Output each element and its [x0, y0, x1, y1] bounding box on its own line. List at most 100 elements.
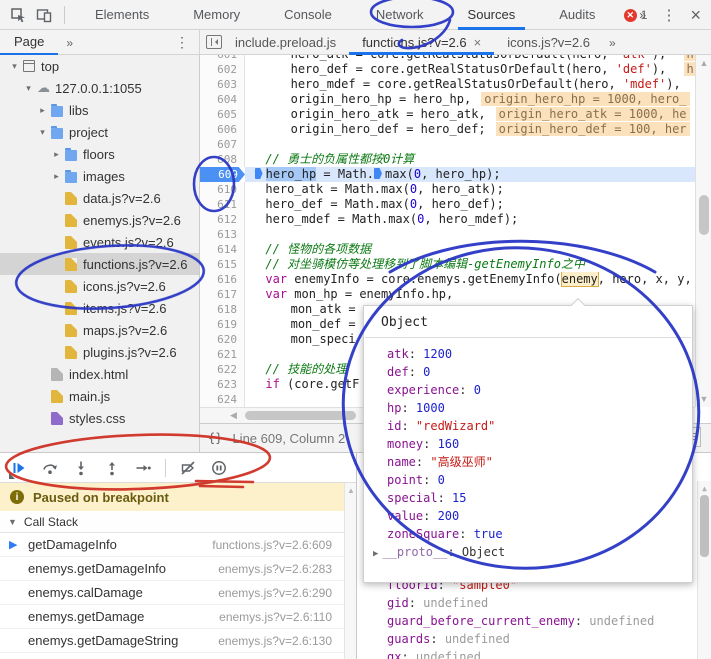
call-stack-frame[interactable]: enemys.calDamageenemys.js?v=2.6:290 [0, 581, 344, 605]
step-over-button[interactable] [41, 459, 59, 477]
devtools-tab-memory[interactable]: Memory [183, 0, 250, 30]
step-into-button[interactable] [72, 459, 90, 477]
editor-tab-functions-js-v-2-6[interactable]: functions.js?v=2.6× [349, 30, 494, 55]
navigator-menu-icon[interactable]: ⋮ [175, 34, 189, 51]
devtools-tab-network[interactable]: Network [366, 0, 434, 30]
tree-item-functions-js-v-2-6[interactable]: functions.js?v=2.6 [0, 253, 199, 275]
line-number[interactable]: 603 [200, 77, 245, 92]
scroll-up-icon[interactable]: ▲ [698, 484, 711, 493]
line-number[interactable]: 610 [200, 182, 245, 197]
expander-open-icon[interactable]: ▾ [8, 61, 21, 72]
code-line-612[interactable]: 612hero_mdef = Math.max(0, hero_mdef); [200, 212, 695, 227]
scroll-up-icon[interactable]: ▲ [696, 58, 711, 68]
editor-tab-icons-js-v-2-6[interactable]: icons.js?v=2.6 [494, 30, 603, 55]
step-marker-icon[interactable] [255, 168, 263, 179]
code-line-613[interactable]: 613 [200, 227, 695, 242]
editor-vertical-scrollbar[interactable]: ▲ ▼ [695, 55, 711, 407]
code-line-603[interactable]: 603hero_mdef = core.getRealStatusOrDefau… [200, 77, 695, 92]
tree-item-events-js-v-2-6[interactable]: events.js?v=2.6 [0, 231, 199, 253]
line-number[interactable]: 616 [200, 272, 245, 287]
line-number[interactable]: 602 [200, 62, 245, 77]
expander-closed-icon[interactable]: ▸ [36, 105, 49, 116]
deactivate-breakpoints-button[interactable] [179, 459, 197, 477]
editor-tab-include-preload-js[interactable]: include.preload.js [222, 30, 349, 55]
line-number[interactable]: 623 [200, 377, 245, 392]
tree-item-enemys-js-v-2-6[interactable]: enemys.js?v=2.6 [0, 209, 199, 231]
expander-closed-icon[interactable]: ▶ [373, 549, 378, 559]
tree-item-data-js-v-2-6[interactable]: data.js?v=2.6 [0, 187, 199, 209]
line-number[interactable]: 605 [200, 107, 245, 122]
close-tab-icon[interactable]: × [474, 35, 482, 50]
code-line-617[interactable]: 617var mon_hp = enemyInfo.hp, [200, 287, 695, 302]
code-line-607[interactable]: 607 [200, 137, 695, 152]
code-line-616[interactable]: 616var enemyInfo = core.enemys.getEnemyI… [200, 272, 695, 287]
object-property-proto[interactable]: ▶__proto__: Object [364, 543, 692, 561]
tree-item-maps-js-v-2-6[interactable]: maps.js?v=2.6 [0, 319, 199, 341]
call-stack-header[interactable]: ▼ Call Stack [0, 511, 344, 533]
expander-open-icon[interactable]: ▾ [22, 83, 35, 94]
code-line-609[interactable]: 609hero_hp = Math.max(0, hero_hp); [200, 167, 695, 182]
line-number[interactable]: 612 [200, 212, 245, 227]
line-number[interactable]: 606 [200, 122, 245, 137]
devtools-tab-audits[interactable]: Audits [549, 0, 605, 30]
code-line-608[interactable]: 608// 勇士的负属性都按0计算 [200, 152, 695, 167]
inspect-element-icon[interactable] [8, 5, 28, 25]
line-number[interactable]: 604 [200, 92, 245, 107]
close-icon[interactable]: × [690, 5, 701, 26]
tree-item-127-0-0-1-1055[interactable]: ▾☁127.0.0.1:1055 [0, 77, 199, 99]
devtools-tab-console[interactable]: Console [274, 0, 342, 30]
tree-item-icons-js-v-2-6[interactable]: icons.js?v=2.6 [0, 275, 199, 297]
breakpoint-line-number[interactable]: 609 [200, 167, 245, 182]
call-stack-frame[interactable]: enemys.getDamageenemys.js?v=2.6:110 [0, 605, 344, 629]
tree-item-floors[interactable]: ▸floors [0, 143, 199, 165]
line-number[interactable]: 617 [200, 287, 245, 302]
line-number[interactable]: 615 [200, 257, 245, 272]
pane-divider[interactable] [356, 453, 357, 659]
tree-item-top[interactable]: ▾top [0, 55, 199, 77]
call-stack-frame[interactable]: enemys.getDamageInfoenemys.js?v=2.6:283 [0, 557, 344, 581]
tree-item-main-js[interactable]: main.js [0, 385, 199, 407]
expander-closed-icon[interactable]: ▸ [50, 149, 63, 160]
scroll-left-icon[interactable]: ◀ [230, 410, 237, 421]
expander-open-icon[interactable]: ▾ [36, 127, 49, 138]
navigator-more-tabs[interactable]: » [66, 36, 73, 50]
line-number[interactable]: 619 [200, 317, 245, 332]
tree-item-libs[interactable]: ▸libs [0, 99, 199, 121]
tree-item-items-js-v-2-6[interactable]: items.js?v=2.6 [0, 297, 199, 319]
tree-item-styles-css[interactable]: styles.css [0, 407, 199, 429]
device-toolbar-icon[interactable] [34, 5, 54, 25]
pretty-print-button[interactable]: {} [200, 431, 232, 445]
step-marker-icon[interactable] [374, 168, 382, 179]
line-number[interactable]: 620 [200, 332, 245, 347]
hide-navigator-icon[interactable] [206, 35, 222, 49]
step-button[interactable] [134, 459, 152, 477]
scope-scrollbar[interactable]: ▲ [697, 481, 711, 659]
devtools-tab-sources[interactable]: Sources [458, 0, 526, 30]
tree-item-project[interactable]: ▾project [0, 121, 199, 143]
expander-closed-icon[interactable]: ▸ [50, 171, 63, 182]
line-number[interactable]: 607 [200, 137, 245, 152]
line-number[interactable]: 601 [200, 55, 245, 62]
pause-on-exceptions-button[interactable] [210, 459, 228, 477]
scrollbar-thumb[interactable] [700, 495, 709, 557]
code-line-606[interactable]: 606origin_hero_def = hero_def;origin_her… [200, 122, 695, 137]
code-line-614[interactable]: 614// 怪物的各项数据 [200, 242, 695, 257]
code-line-610[interactable]: 610hero_atk = Math.max(0, hero_atk); [200, 182, 695, 197]
line-number[interactable]: 621 [200, 347, 245, 362]
line-number[interactable]: 611 [200, 197, 245, 212]
call-stack-frame[interactable]: enemys.getDamageStringenemys.js?v=2.6:13… [0, 629, 344, 653]
line-number[interactable]: 608 [200, 152, 245, 167]
code-line-604[interactable]: 604origin_hero_hp = hero_hp,origin_hero_… [200, 92, 695, 107]
devtools-menu-icon[interactable]: ⋮ [661, 6, 676, 24]
tree-item-plugins-js-v-2-6[interactable]: plugins.js?v=2.6 [0, 341, 199, 363]
error-badge[interactable]: ✕ 1 [624, 8, 648, 22]
line-number[interactable]: 624 [200, 392, 245, 407]
call-stack-scrollbar[interactable]: ▲ [344, 483, 356, 659]
line-number[interactable]: 614 [200, 242, 245, 257]
code-line-602[interactable]: 602hero_def = core.getRealStatusOrDefaul… [200, 62, 695, 77]
line-number[interactable]: 618 [200, 302, 245, 317]
devtools-tab-elements[interactable]: Elements [85, 0, 159, 30]
code-line-611[interactable]: 611hero_def = Math.max(0, hero_def); [200, 197, 695, 212]
code-line-601[interactable]: 601hero_atk = core.getRealStatusOrDefaul… [200, 55, 695, 62]
tree-item-images[interactable]: ▸images [0, 165, 199, 187]
